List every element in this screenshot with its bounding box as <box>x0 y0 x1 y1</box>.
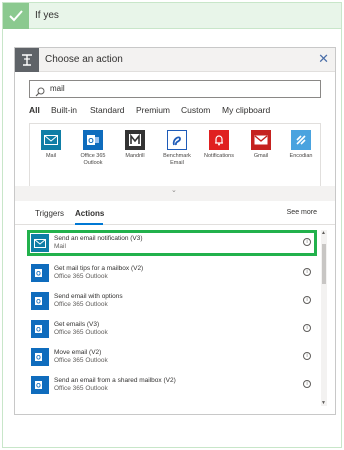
card-title: Choose an action <box>45 54 123 65</box>
connector-office365-outlook[interactable]: O Office 365 Outlook <box>72 130 114 167</box>
gmail-icon <box>251 130 271 150</box>
connector-name: Mail <box>45 153 57 159</box>
card-header: Choose an action ✕ <box>15 48 335 72</box>
info-icon[interactable]: i <box>303 296 311 304</box>
svg-text:O: O <box>36 300 41 306</box>
tab-custom[interactable]: Custom <box>181 105 210 115</box>
mail-icon <box>41 130 61 150</box>
connector-mandrill[interactable]: Mandrill <box>114 130 156 160</box>
mandrill-icon <box>125 130 145 150</box>
action-title: Send an email from a shared mailbox (V2) <box>54 377 176 384</box>
encodian-icon <box>291 130 311 150</box>
choose-action-card: Choose an action ✕ mail All Built-in Sta… <box>14 47 336 415</box>
info-icon[interactable]: i <box>303 380 311 388</box>
tab-triggers[interactable]: Triggers <box>35 209 64 218</box>
action-connector: Office 365 Outlook <box>54 301 108 308</box>
connector-encodian[interactable]: Encodian <box>280 130 322 160</box>
action-connector: Office 365 Outlook <box>54 385 108 392</box>
search-icon <box>35 84 45 102</box>
search-value: mail <box>50 84 65 93</box>
outlook-icon: O <box>83 130 103 150</box>
action-title: Move email (V2) <box>54 349 102 356</box>
list-item[interactable]: O Move email (V2) Office 365 Outlook i <box>27 344 317 370</box>
tab-actions[interactable]: Actions <box>75 209 104 218</box>
tab-premium[interactable]: Premium <box>136 105 170 115</box>
info-icon[interactable]: i <box>303 324 311 332</box>
close-icon[interactable]: ✕ <box>318 52 329 66</box>
list-item[interactable]: Send an email notification (V3) Mail i <box>27 230 317 256</box>
search-input[interactable]: mail <box>29 80 321 98</box>
svg-text:O: O <box>36 356 41 362</box>
connector-benchmark-email[interactable]: Benchmark Email <box>156 130 198 167</box>
action-connector: Office 365 Outlook <box>54 357 108 364</box>
tab-my-clipboard[interactable]: My clipboard <box>222 105 270 115</box>
info-icon[interactable]: i <box>303 238 311 246</box>
outlook-icon: O <box>31 348 49 366</box>
trigger-action-tabs: Triggers Actions See more <box>15 201 335 225</box>
action-connector: Office 365 Outlook <box>54 273 108 280</box>
scroll-up-icon[interactable]: ▲ <box>321 230 326 236</box>
svg-text:O: O <box>36 328 41 334</box>
list-item[interactable]: O Get emails (V3) Office 365 Outlook i <box>27 316 317 342</box>
connector-grid: Mail O Office 365 Outlook Mandrill Bench… <box>29 123 321 187</box>
info-icon[interactable]: i <box>303 352 311 360</box>
info-icon[interactable]: i <box>303 268 311 276</box>
action-connector: Mail <box>54 243 66 250</box>
tab-standard[interactable]: Standard <box>90 105 125 115</box>
svg-text:O: O <box>36 272 41 278</box>
svg-text:O: O <box>88 138 94 145</box>
action-title: Send email with options <box>54 293 123 300</box>
condition-label: If yes <box>35 10 59 21</box>
chevron-down-icon: ⌄ <box>171 187 177 194</box>
benchmark-icon <box>167 130 187 150</box>
list-item[interactable]: O Send an email from a shared mailbox (V… <box>27 372 317 398</box>
list-item[interactable]: O Send email with options Office 365 Out… <box>27 288 317 314</box>
action-title: Get mail tips for a mailbox (V2) <box>54 265 144 272</box>
svg-text:O: O <box>36 384 41 390</box>
list-item[interactable]: O Get mail tips for a mailbox (V2) Offic… <box>27 260 317 286</box>
connector-name: Benchmark Email <box>163 153 191 166</box>
mail-icon <box>31 234 49 252</box>
expand-connectors[interactable]: ⌄ <box>15 186 335 195</box>
tab-built-in[interactable]: Built-in <box>51 105 77 115</box>
action-title: Get emails (V3) <box>54 321 100 328</box>
connector-gmail[interactable]: Gmail <box>240 130 282 160</box>
action-connector: Office 365 Outlook <box>54 329 108 336</box>
operation-icon <box>15 48 39 72</box>
list-scrollbar[interactable]: ▲ ▼ <box>321 230 327 406</box>
outlook-icon: O <box>31 376 49 394</box>
checkmark-icon <box>3 3 29 29</box>
tab-all[interactable]: All <box>29 105 40 115</box>
see-more-link[interactable]: See more <box>287 209 317 216</box>
active-tab-indicator <box>75 223 103 225</box>
connector-name: Notifications <box>204 153 234 159</box>
connector-name: Mandrill <box>125 153 145 159</box>
bell-icon <box>209 130 229 150</box>
condition-header[interactable]: If yes <box>3 3 341 29</box>
connector-name: Office 365 Outlook <box>80 153 106 166</box>
connector-mail[interactable]: Mail <box>30 130 72 160</box>
scroll-thumb[interactable] <box>322 244 326 284</box>
outlook-icon: O <box>31 320 49 338</box>
connector-notifications[interactable]: Notifications <box>198 130 240 160</box>
outlook-icon: O <box>31 292 49 310</box>
scroll-down-icon[interactable]: ▼ <box>321 400 326 406</box>
action-list: Send an email notification (V3) Mail i O… <box>27 230 319 406</box>
connector-name: Gmail <box>253 153 269 159</box>
action-title: Send an email notification (V3) <box>54 235 143 242</box>
connector-name: Encodian <box>289 153 313 159</box>
outlook-icon: O <box>31 264 49 282</box>
condition-branch-yes: If yes Choose an action ✕ mail All Built… <box>2 2 342 448</box>
